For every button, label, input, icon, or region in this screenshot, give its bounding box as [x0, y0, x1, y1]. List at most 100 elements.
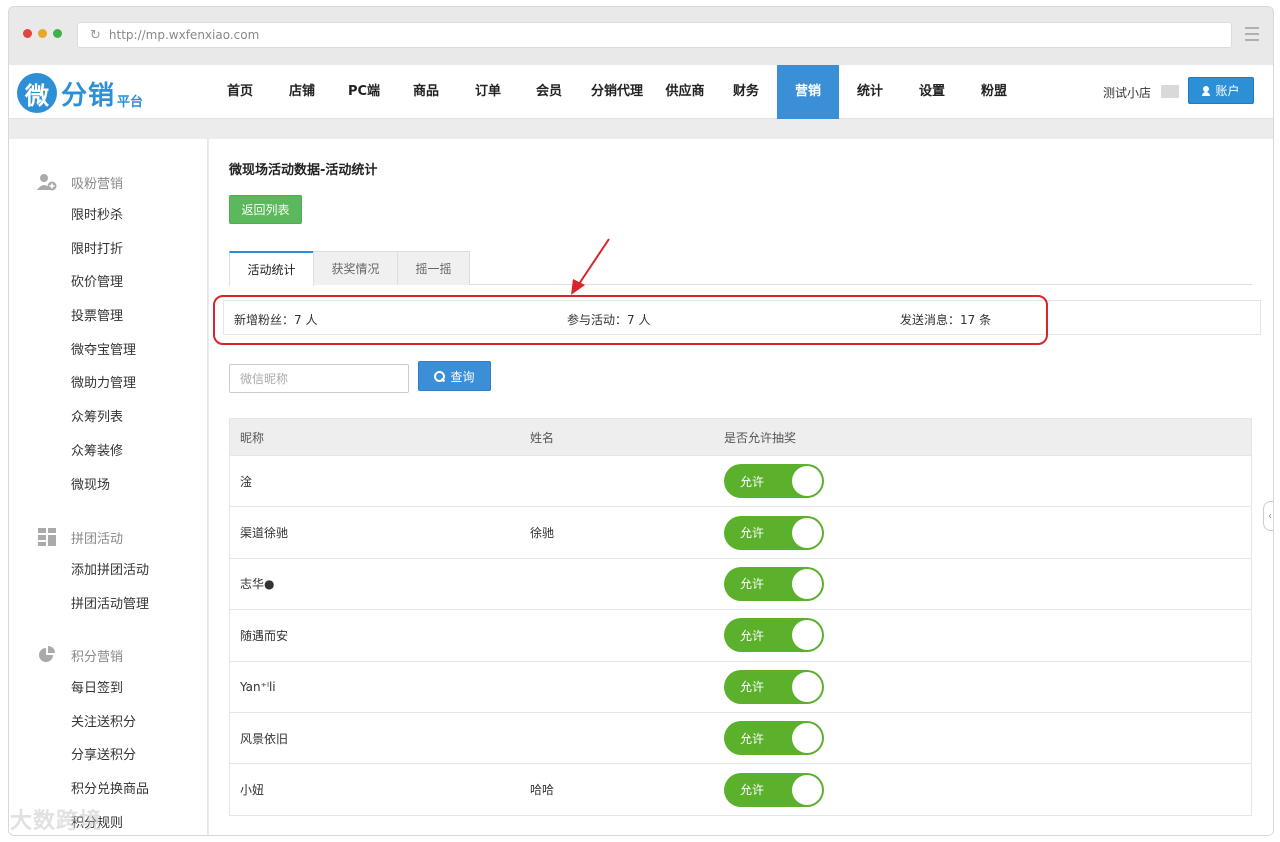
toggle-knob — [792, 620, 822, 651]
annotation-arrow-icon — [571, 238, 610, 295]
sidebar-item-crowdfunding-list[interactable]: 众筹列表 — [9, 401, 208, 435]
nickname-search-input[interactable]: 微信昵称 — [229, 364, 409, 393]
nav-item-products[interactable]: 商品 — [395, 65, 457, 119]
top-navigation: 微 分销 平台 首页 店铺 PC端 商品 订单 会员 分销代理 供应商 财务 营… — [9, 65, 1273, 119]
header-spacer — [9, 119, 1273, 139]
back-to-list-button[interactable]: 返回列表 — [229, 195, 302, 224]
highlight-annotation — [213, 295, 1048, 345]
sidebar-item-voting[interactable]: 投票管理 — [9, 300, 208, 334]
logo[interactable]: 微 分销 平台 — [17, 73, 143, 113]
main-nav: 首页 店铺 PC端 商品 订单 会员 分销代理 供应商 财务 营销 统计 设置 … — [209, 65, 1025, 119]
pie-chart-icon — [37, 646, 57, 664]
column-header-name: 姓名 — [530, 430, 555, 445]
sidebar-group-title: 积分营销 — [9, 638, 208, 672]
table-row: Yan⁺ˡli 允许 — [230, 660, 1251, 712]
sidebar-item-bargain[interactable]: 砍价管理 — [9, 266, 208, 300]
table-row: 渠道徐驰 徐驰 允许 — [230, 506, 1251, 557]
user-plus-icon — [37, 173, 57, 191]
logo-subtext: 平台 — [117, 94, 144, 110]
search-button[interactable]: 查询 — [418, 361, 491, 391]
cell-nickname: Yan⁺ˡli — [240, 679, 276, 694]
collapse-panel-chevron-icon[interactable]: ‹ — [1263, 501, 1273, 531]
tab-activity-stats[interactable]: 活动统计 — [229, 251, 314, 286]
table-row: 淦 允许 — [230, 455, 1251, 506]
cell-nickname: 随遇而安 — [240, 628, 289, 643]
nav-item-finance[interactable]: 财务 — [715, 65, 777, 119]
watermark: 大数跨境 — [10, 809, 103, 834]
user-icon — [1202, 85, 1211, 96]
lottery-toggle[interactable]: 允许 — [724, 721, 824, 756]
sidebar-group-title: 吸粉营销 — [9, 165, 208, 199]
maximize-window-button[interactable] — [53, 29, 62, 38]
toggle-knob — [792, 466, 822, 497]
column-header-nickname: 昵称 — [240, 430, 265, 445]
account-label: 账户 — [1215, 84, 1240, 98]
sidebar-item-share-points[interactable]: 分享送积分 — [9, 739, 208, 773]
table-row: 志华● 允许 — [230, 557, 1251, 609]
nav-item-home[interactable]: 首页 — [209, 65, 271, 119]
minimize-window-button[interactable] — [38, 29, 47, 38]
sidebar: 吸粉营销 限时秒杀 限时打折 砍价管理 投票管理 微夺宝管理 微助力管理 众筹列… — [9, 139, 208, 835]
nav-item-marketing[interactable]: 营销 — [777, 65, 839, 119]
reload-icon[interactable]: ↻ — [90, 28, 101, 43]
nav-item-suppliers[interactable]: 供应商 — [655, 65, 715, 119]
main-content: 微现场活动数据-活动统计 返回列表 活动统计 获奖情况 摇一摇 新增粉丝：7 人… — [209, 139, 1273, 835]
page-title: 微现场活动数据-活动统计 — [229, 163, 378, 178]
sidebar-item-live-event[interactable]: 微现场 — [9, 469, 208, 503]
nav-item-orders[interactable]: 订单 — [457, 65, 519, 119]
toggle-knob — [792, 671, 822, 702]
address-bar[interactable]: ↻ http://mp.wxfenxiao.com — [77, 22, 1232, 48]
sidebar-item-follow-points[interactable]: 关注送积分 — [9, 706, 208, 740]
browser-menu-icon[interactable] — [1245, 27, 1259, 41]
sidebar-item-timed-discount[interactable]: 限时打折 — [9, 233, 208, 267]
sidebar-item-treasure[interactable]: 微夺宝管理 — [9, 334, 208, 368]
nav-item-settings[interactable]: 设置 — [901, 65, 963, 119]
cell-nickname: 淦 — [240, 474, 253, 489]
lottery-toggle[interactable]: 允许 — [724, 566, 824, 601]
sidebar-item-add-group-buy[interactable]: 添加拼团活动 — [9, 554, 208, 588]
close-window-button[interactable] — [23, 29, 32, 38]
sidebar-group-group-buy: 拼团活动 添加拼团活动 拼团活动管理 — [9, 520, 208, 621]
sidebar-item-points-exchange[interactable]: 积分兑换商品 — [9, 773, 208, 807]
lottery-toggle[interactable]: 允许 — [724, 669, 824, 704]
sidebar-group-title: 拼团活动 — [9, 520, 208, 554]
lottery-toggle[interactable]: 允许 — [724, 515, 824, 550]
nav-item-store[interactable]: 店铺 — [271, 65, 333, 119]
sidebar-item-manage-group-buy[interactable]: 拼团活动管理 — [9, 588, 208, 622]
sidebar-item-daily-checkin[interactable]: 每日签到 — [9, 672, 208, 706]
cell-nickname: 渠道徐驰 — [240, 526, 289, 541]
cell-nickname: 风景依旧 — [240, 731, 289, 746]
sidebar-item-assist[interactable]: 微助力管理 — [9, 367, 208, 401]
toggle-knob — [792, 723, 822, 754]
table-row: 风景依旧 允许 — [230, 711, 1251, 763]
table-header: 昵称 姓名 是否允许抽奖 — [230, 419, 1251, 455]
tab-winners[interactable]: 获奖情况 — [313, 251, 398, 285]
cell-name: 徐驰 — [530, 526, 555, 541]
table-row: 随遇而安 允许 — [230, 609, 1251, 660]
nav-item-pc[interactable]: PC端 — [333, 65, 395, 119]
tab-bar: 活动统计 获奖情况 摇一摇 — [229, 251, 1252, 286]
nav-item-members[interactable]: 会员 — [519, 65, 579, 119]
table-row: 小妞 哈哈 允许 — [230, 763, 1251, 814]
tab-shake[interactable]: 摇一摇 — [397, 251, 470, 285]
sidebar-item-flash-sale[interactable]: 限时秒杀 — [9, 199, 208, 233]
browser-chrome: ↻ http://mp.wxfenxiao.com — [9, 7, 1273, 65]
cell-nickname: 志华● — [240, 577, 275, 592]
sidebar-item-crowdfunding-design[interactable]: 众筹装修 — [9, 435, 208, 469]
lottery-toggle[interactable]: 允许 — [724, 618, 824, 653]
search-icon — [434, 370, 446, 382]
nav-item-distribution[interactable]: 分销代理 — [579, 65, 655, 119]
toggle-knob — [792, 774, 822, 805]
lottery-toggle[interactable]: 允许 — [724, 464, 824, 499]
sidebar-group-fans: 吸粉营销 限时秒杀 限时打折 砍价管理 投票管理 微夺宝管理 微助力管理 众筹列… — [9, 165, 208, 502]
nav-item-fan-alliance[interactable]: 粉盟 — [963, 65, 1025, 119]
lottery-toggle[interactable]: 允许 — [724, 772, 824, 807]
mail-icon[interactable] — [1161, 85, 1179, 98]
nav-item-statistics[interactable]: 统计 — [839, 65, 901, 119]
browser-window: ↻ http://mp.wxfenxiao.com 微 分销 平台 首页 店铺 … — [8, 6, 1274, 836]
grid-icon — [37, 528, 57, 546]
participants-table: 昵称 姓名 是否允许抽奖 淦 允许 渠道徐驰 徐驰 允许 志华● 允许 随遇而安 — [229, 418, 1252, 816]
toggle-knob — [792, 568, 822, 599]
shop-name[interactable]: 测试小店 — [1103, 84, 1151, 101]
account-button[interactable]: 账户 — [1188, 77, 1254, 104]
